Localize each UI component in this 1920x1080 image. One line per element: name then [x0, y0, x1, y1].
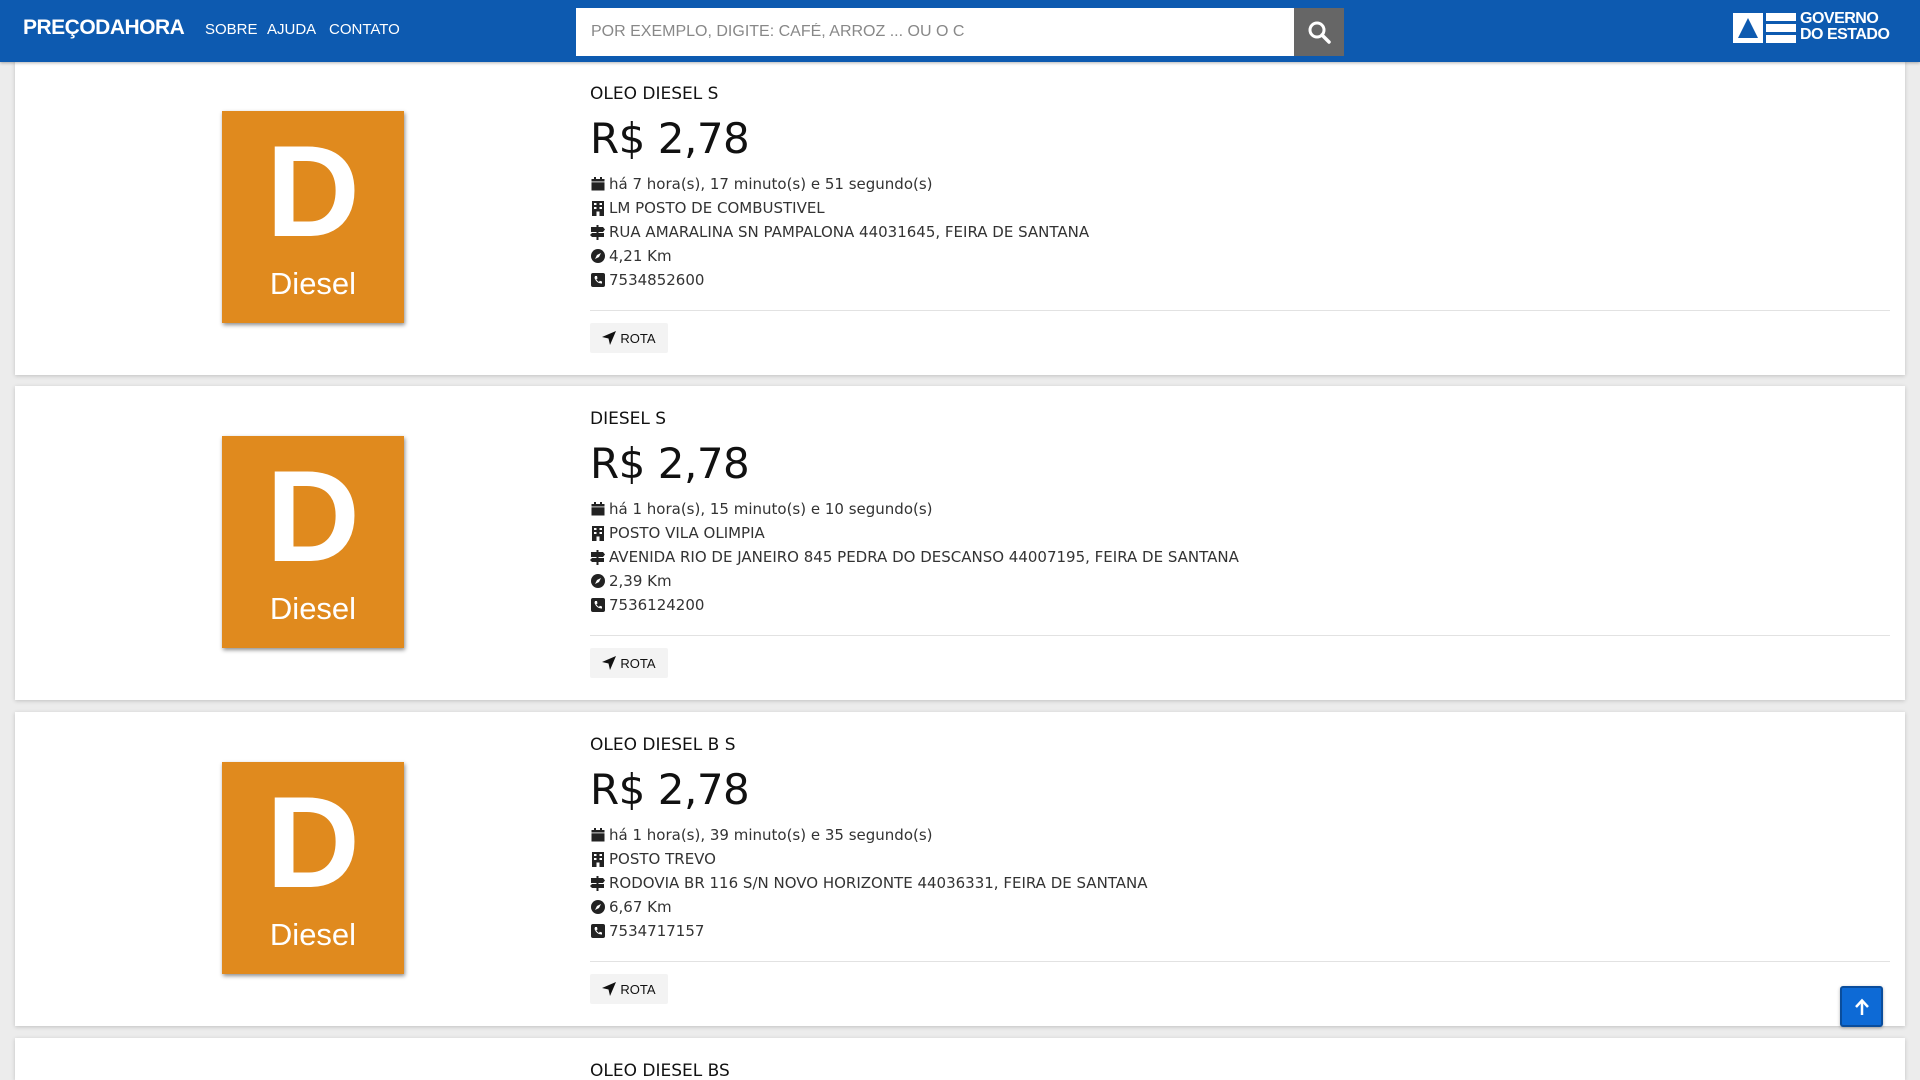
route-button[interactable]: ROTA [590, 648, 668, 678]
location-arrow-icon [602, 656, 617, 670]
compass-icon [590, 574, 605, 589]
building-icon [590, 851, 605, 867]
product-price: R$ 2,78 [590, 765, 750, 814]
update-time: há 1 hora(s), 15 minuto(s) e 10 segundo(… [609, 500, 933, 518]
route-button-label: ROTA [620, 330, 656, 346]
search-input[interactable] [576, 8, 1294, 56]
update-time-row: há 7 hora(s), 17 minuto(s) e 51 segundo(… [590, 172, 1890, 196]
update-time-row: há 1 hora(s), 15 minuto(s) e 10 segundo(… [590, 497, 1890, 521]
product-name: OLEO DIESEL BS [590, 1061, 730, 1080]
thumbnail-word: Diesel [269, 591, 357, 626]
distance-row: 4,21 Km [590, 244, 1890, 268]
address-row: AVENIDA RIO DE JANEIRO 845 PEDRA DO DESC… [590, 545, 1890, 569]
product-meta: há 7 hora(s), 17 minuto(s) e 51 segundo(… [590, 172, 1890, 292]
nav-link-sobre[interactable]: SOBRE [205, 21, 258, 38]
station-phone: 7534717157 [609, 922, 705, 940]
card-divider [590, 961, 1890, 962]
distance-row: 2,39 Km [590, 569, 1890, 593]
product-thumbnail[interactable]: D Diesel [222, 762, 404, 974]
station-distance: 4,21 Km [609, 247, 672, 265]
station-distance: 2,39 Km [609, 572, 672, 590]
calendar-icon [590, 502, 605, 517]
station-phone: 7534852600 [609, 271, 705, 289]
brand-logo[interactable]: PREÇODAHORA [23, 16, 185, 40]
thumbnail-word: Diesel [269, 266, 357, 301]
product-info: OLEO DIESEL S R$ 2,78 há 7 hora(s), 17 m… [590, 83, 1890, 292]
station-row: POSTO VILA OLIMPIA [590, 521, 1890, 545]
route-button[interactable]: ROTA [590, 323, 668, 353]
location-arrow-icon [602, 982, 617, 996]
product-info: OLEO DIESEL BS [590, 1060, 1890, 1080]
signpost-icon [590, 549, 605, 565]
route-button-label: ROTA [620, 981, 656, 997]
product-name: OLEO DIESEL S [590, 84, 719, 104]
signpost-icon [590, 224, 605, 240]
calendar-icon [590, 828, 605, 843]
station-row: LM POSTO DE COMBUSTIVEL [590, 196, 1890, 220]
compass-icon [590, 900, 605, 915]
phone-icon [590, 598, 605, 613]
compass-icon [590, 249, 605, 264]
product-card: D Diesel OLEO DIESEL S R$ 2,78 há 7 hora… [15, 61, 1905, 375]
product-card: D Diesel OLEO DIESEL B S R$ 2,78 há 1 ho… [15, 712, 1905, 1026]
product-price: R$ 2,78 [590, 114, 750, 163]
station-address: AVENIDA RIO DE JANEIRO 845 PEDRA DO DESC… [609, 548, 1239, 566]
search-icon [1308, 21, 1331, 44]
station-name: LM POSTO DE COMBUSTIVEL [609, 199, 825, 217]
station-name: POSTO TREVO [609, 850, 716, 868]
station-phone: 7536124200 [609, 596, 705, 614]
product-name: OLEO DIESEL B S [590, 735, 736, 755]
station-distance: 6,67 Km [609, 898, 672, 916]
nav-link-ajuda[interactable]: AJUDA [267, 21, 316, 38]
thumbnail-word: Diesel [269, 917, 357, 952]
phone-row: 7536124200 [590, 593, 1890, 617]
station-address: RUA AMARALINA SN PAMPALONA 44031645, FEI… [609, 223, 1090, 241]
product-card: D Diesel DIESEL S R$ 2,78 há 1 hora(s), … [15, 386, 1905, 700]
product-thumbnail[interactable]: D Diesel [222, 436, 404, 648]
station-name: POSTO VILA OLIMPIA [609, 524, 765, 542]
phone-row: 7534852600 [590, 268, 1890, 292]
product-price: R$ 2,78 [590, 439, 750, 488]
thumbnail-letter: D [266, 769, 360, 915]
location-arrow-icon [602, 331, 617, 345]
thumbnail-letter: D [266, 118, 360, 264]
search-button[interactable] [1294, 8, 1344, 56]
phone-icon [590, 273, 605, 288]
phone-icon [590, 924, 605, 939]
gov-logo-line1: GOVERNO [1800, 10, 1879, 27]
product-meta: há 1 hora(s), 15 minuto(s) e 10 segundo(… [590, 497, 1890, 617]
route-button[interactable]: ROTA [590, 974, 668, 1004]
product-thumbnail[interactable]: D Diesel [222, 111, 404, 323]
card-divider [590, 635, 1890, 636]
distance-row: 6,67 Km [590, 895, 1890, 919]
card-divider [590, 310, 1890, 311]
building-icon [590, 525, 605, 541]
update-time: há 1 hora(s), 39 minuto(s) e 35 segundo(… [609, 826, 933, 844]
product-meta: há 1 hora(s), 39 minuto(s) e 35 segundo(… [590, 823, 1890, 943]
thumbnail-letter: D [266, 443, 360, 589]
route-button-label: ROTA [620, 655, 656, 671]
phone-row: 7534717157 [590, 919, 1890, 943]
signpost-icon [590, 875, 605, 891]
product-name: DIESEL S [590, 409, 667, 429]
gov-logo-text[interactable]: GOVERNO DO ESTADO [1800, 10, 1890, 43]
address-row: RUA AMARALINA SN PAMPALONA 44031645, FEI… [590, 220, 1890, 244]
building-icon [590, 200, 605, 216]
product-info: DIESEL S R$ 2,78 há 1 hora(s), 15 minuto… [590, 408, 1890, 617]
scroll-to-top-button[interactable] [1840, 986, 1883, 1027]
gov-logo-line2: DO ESTADO [1800, 26, 1890, 43]
update-time: há 7 hora(s), 17 minuto(s) e 51 segundo(… [609, 175, 933, 193]
update-time-row: há 1 hora(s), 39 minuto(s) e 35 segundo(… [590, 823, 1890, 847]
nav-link-contato[interactable]: CONTATO [329, 21, 400, 38]
product-card: OLEO DIESEL BS [15, 1038, 1905, 1080]
station-address: RODOVIA BR 116 S/N NOVO HORIZONTE 440363… [609, 874, 1148, 892]
top-navbar: PREÇODAHORA SOBRE AJUDA CONTATO GOVERNO … [0, 0, 1920, 62]
address-row: RODOVIA BR 116 S/N NOVO HORIZONTE 440363… [590, 871, 1890, 895]
product-info: OLEO DIESEL B S R$ 2,78 há 1 hora(s), 39… [590, 734, 1890, 943]
calendar-icon [590, 177, 605, 192]
arrow-up-icon [1854, 998, 1869, 1015]
station-row: POSTO TREVO [590, 847, 1890, 871]
